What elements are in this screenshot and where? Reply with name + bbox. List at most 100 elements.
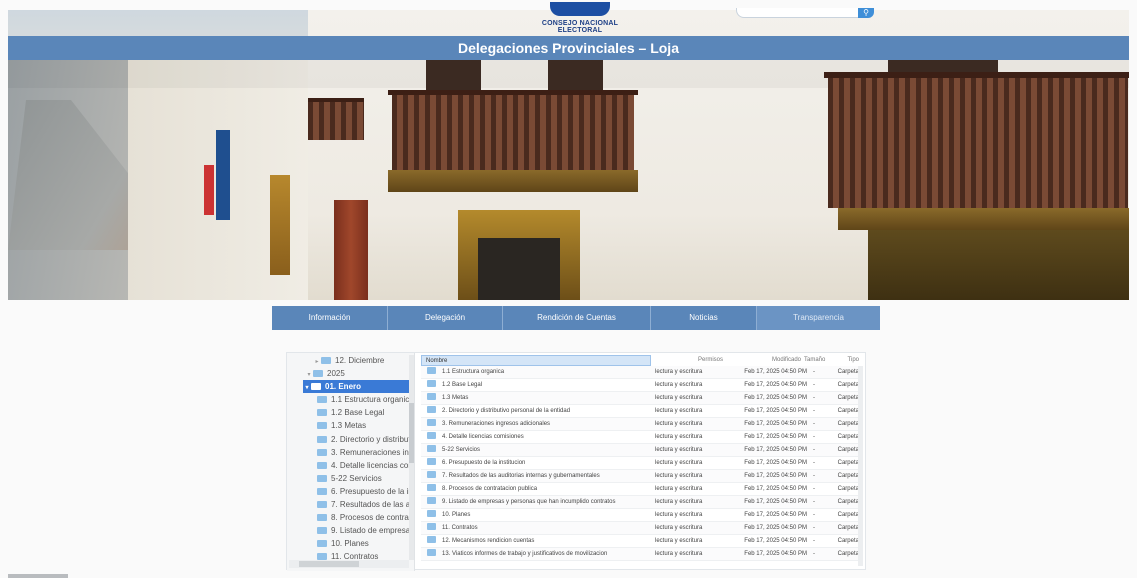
hero-balcony <box>388 170 638 192</box>
tree-item[interactable]: ▸ 12. Diciembre <box>287 354 412 367</box>
column-header-name[interactable]: Nombre <box>421 355 651 366</box>
table-row[interactable]: 1.2 Base Legal lectura y escritura Feb 17,… <box>421 379 863 392</box>
hero-shop-door <box>270 175 290 275</box>
tree-item[interactable]: 8. Procesos de contrata <box>287 511 412 524</box>
column-header-size[interactable]: Tamaño <box>804 355 825 366</box>
cell-name-text: 7. Resultados de las auditorias internas… <box>442 473 600 479</box>
cell-modified: Feb 17, 2025 04:50 PM <box>744 460 807 466</box>
cell-modified: Feb 17, 2025 04:50 PM <box>744 538 807 544</box>
cell-size: - <box>813 408 815 414</box>
logo-text: CONSEJO NACIONAL ELECTORAL <box>541 20 619 34</box>
tree-item[interactable]: 9. Listado de empresas <box>287 524 412 537</box>
folder-icon <box>427 484 436 491</box>
table-row[interactable]: 11. Contratos lectura y escritura Feb 17, … <box>421 522 863 535</box>
file-grid: Nombre Permisos Modificado Tamaño Tipo 1… <box>421 355 863 569</box>
column-header-label: Permisos <box>697 357 723 363</box>
hero-balcony <box>838 208 1129 230</box>
tree-item-label: 2. Directorio y distributi <box>331 435 412 444</box>
grid-vertical-scrollbar[interactable] <box>858 366 863 566</box>
table-row[interactable]: 13. Viaticos informes de trabajo y justi… <box>421 548 863 561</box>
table-row[interactable]: 1.1 Estructura organica lectura y escritu… <box>421 366 863 379</box>
tree-item-label: 9. Listado de empresas <box>331 526 412 535</box>
cell-type: Carpeta <box>837 460 859 466</box>
tree-item[interactable]: 2. Directorio y distributi <box>287 433 412 446</box>
column-header-type[interactable]: Tipo <box>823 355 859 366</box>
grid-header: Nombre Permisos Modificado Tamaño Tipo <box>421 355 863 366</box>
tree-item[interactable]: 6. Presupuesto de la ins <box>287 485 412 498</box>
cell-name: 7. Resultados de las auditorias internas… <box>427 470 655 483</box>
nav-item-noticias[interactable]: Noticias <box>651 306 757 330</box>
cell-type: Carpeta <box>837 421 859 427</box>
nav-item-label: Delegación <box>424 313 466 322</box>
nav-item-transparencia[interactable]: Transparencia <box>757 306 880 330</box>
file-browser: ▸ 12. Diciembre ▾ 2025 ▾ 01. Enero 1.1 Estr… <box>286 352 866 571</box>
logo[interactable]: CONSEJO NACIONAL ELECTORAL <box>520 2 640 36</box>
nav-item-rendicion-de-cuentas[interactable]: Rendición de Cuentas <box>503 306 651 330</box>
folder-icon <box>427 367 436 374</box>
cell-type: Carpeta <box>837 369 859 375</box>
tree-hscroll-thumb[interactable] <box>299 561 359 567</box>
tree-item-label: 3. Remuneraciones ingr <box>331 448 412 457</box>
folder-icon <box>427 510 436 517</box>
cell-type: Carpeta <box>837 538 859 544</box>
cell-name: 8. Procesos de contratacion publica <box>427 483 655 496</box>
tree-item[interactable]: 5-22 Servicios <box>287 472 412 485</box>
tree-item[interactable]: 1.3 Metas <box>287 419 412 432</box>
cell-name-text: 4. Detalle licencias comisiones <box>442 434 524 440</box>
column-header-permissions[interactable]: Permisos <box>659 355 723 366</box>
table-row[interactable]: 2. Directorio y distributivo personal de… <box>421 405 863 418</box>
cell-permissions: lectura y escritura <box>655 499 703 505</box>
folder-icon <box>317 475 327 482</box>
nav-item-delegacion[interactable]: Delegación <box>388 306 503 330</box>
tree-item-label: 1.1 Estructura organica <box>331 395 412 404</box>
table-row[interactable]: 3. Remuneraciones ingresos adicionales le… <box>421 418 863 431</box>
cell-name: 11. Contratos <box>427 522 655 535</box>
search-input[interactable] <box>736 8 872 18</box>
cell-name-text: 1.1 Estructura organica <box>442 369 505 375</box>
tree-item-label: 10. Planes <box>331 539 369 548</box>
table-row[interactable]: 5-22 Servicios lectura y escritura Feb 17,… <box>421 444 863 457</box>
table-row[interactable]: 8. Procesos de contratacion publica lectu… <box>421 483 863 496</box>
cell-type: Carpeta <box>837 408 859 414</box>
hero-door <box>334 200 368 300</box>
chevron-down-icon[interactable]: ▾ <box>305 369 313 380</box>
tree-item[interactable]: 1.1 Estructura organica <box>287 393 412 406</box>
cell-type: Carpeta <box>837 499 859 505</box>
tree-item[interactable]: 4. Detalle licencias com <box>287 459 412 472</box>
cell-name: 12. Mecanismos rendicion cuentas <box>427 535 655 548</box>
table-row[interactable]: 10. Planes lectura y escritura Feb 17, 202… <box>421 509 863 522</box>
folder-icon <box>427 536 436 543</box>
tree-item[interactable]: ▾ 2025 <box>287 367 412 380</box>
tree-scroll-thumb[interactable] <box>409 403 414 463</box>
tree-item[interactable]: 3. Remuneraciones ingr <box>287 446 412 459</box>
folder-icon <box>427 458 436 465</box>
nav-item-informacion[interactable]: Información <box>272 306 388 330</box>
table-row[interactable]: 12. Mecanismos rendicion cuentas lectura … <box>421 535 863 548</box>
tree-item[interactable]: 10. Planes <box>287 537 412 550</box>
table-row[interactable]: 7. Resultados de las auditorias internas… <box>421 470 863 483</box>
cell-size: - <box>813 421 815 427</box>
table-row[interactable]: 1.3 Metas lectura y escritura Feb 17, 2025… <box>421 392 863 405</box>
tree-item[interactable]: 7. Resultados de las au <box>287 498 412 511</box>
cell-type: Carpeta <box>837 486 859 492</box>
cell-permissions: lectura y escritura <box>655 421 703 427</box>
tree-item[interactable]: 1.2 Base Legal <box>287 406 412 419</box>
column-header-label: Nombre <box>426 358 448 364</box>
folder-icon <box>427 497 436 504</box>
column-header-modified[interactable]: Modificado <box>727 355 801 366</box>
chevron-right-icon[interactable]: ▸ <box>313 356 321 367</box>
table-row[interactable]: 4. Detalle licencias comisiones lectura y… <box>421 431 863 444</box>
search-icon[interactable]: ⚲ <box>858 8 874 18</box>
chevron-down-icon[interactable]: ▾ <box>303 382 311 393</box>
table-row[interactable]: 9. Listado de empresas y personas que ha… <box>421 496 863 509</box>
table-row[interactable]: 6. Presupuesto de la institucion lectura … <box>421 457 863 470</box>
tree-item-selected[interactable]: ▾ 01. Enero <box>303 380 411 393</box>
hero-shop-sign <box>204 165 214 215</box>
folder-icon <box>427 523 436 530</box>
tree-item-label: 7. Resultados de las au <box>331 500 412 509</box>
cell-permissions: lectura y escritura <box>655 447 703 453</box>
cell-size: - <box>813 434 815 440</box>
cell-type: Carpeta <box>837 525 859 531</box>
folder-icon <box>317 409 327 416</box>
folder-icon <box>317 553 327 560</box>
